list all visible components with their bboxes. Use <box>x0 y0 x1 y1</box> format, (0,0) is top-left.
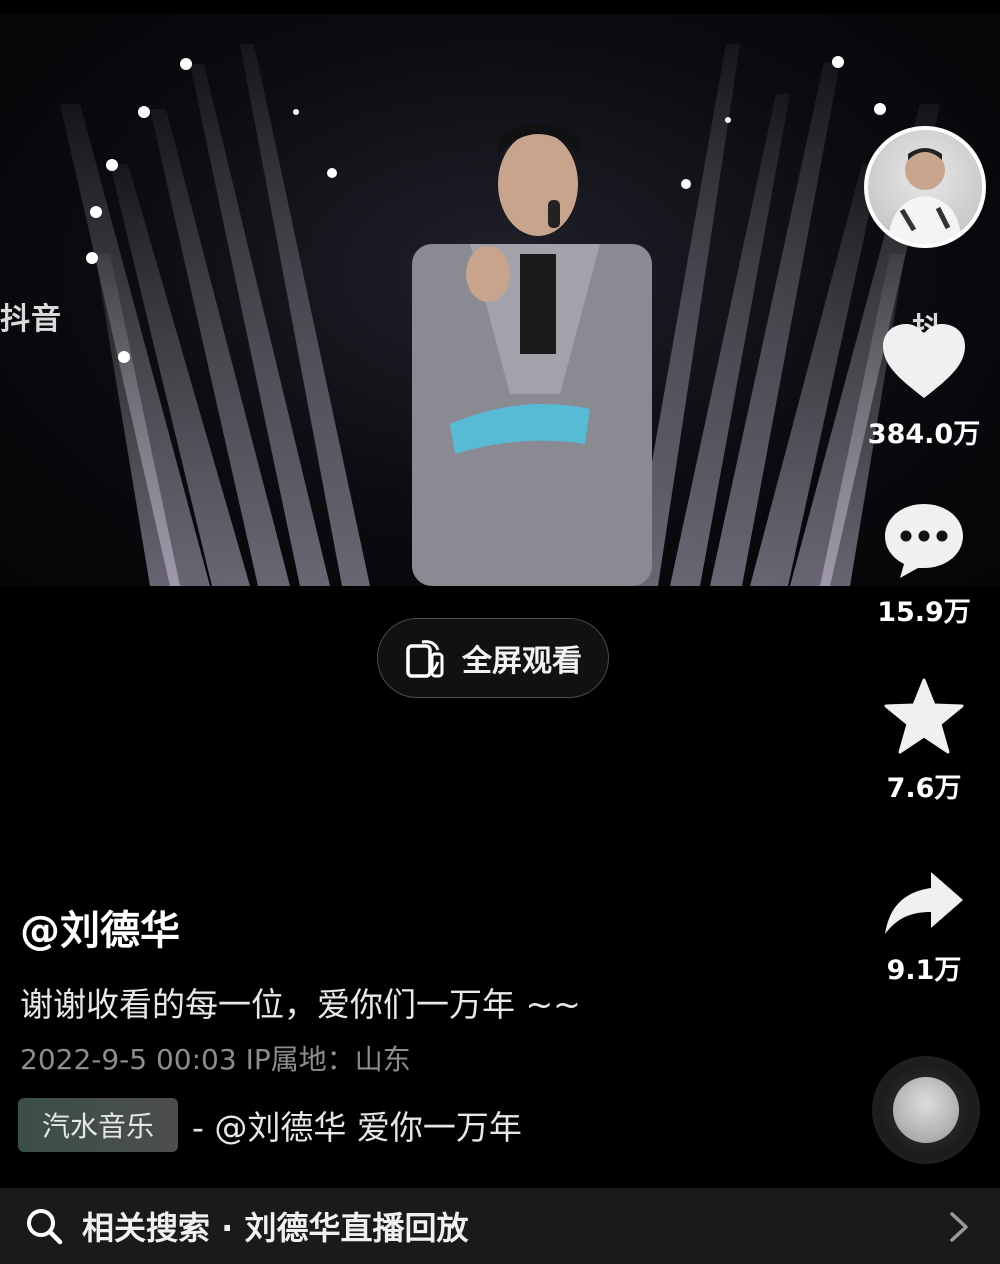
post-meta: 2022-9-5 00:03 IP属地：山东 <box>20 1043 411 1076</box>
stage-lights <box>60 44 940 586</box>
douyin-watermark: 抖音 <box>0 302 62 337</box>
music-disc[interactable] <box>872 1056 980 1164</box>
music-badge[interactable]: 汽水音乐 <box>18 1098 179 1152</box>
search-icon <box>27 1209 63 1245</box>
share-icon <box>885 872 963 934</box>
avatar-image <box>888 148 962 244</box>
author-name[interactable]: @刘德华 <box>20 898 180 956</box>
music-cover <box>893 1077 959 1143</box>
music-title[interactable]: - @刘德华 爱你一万年 <box>192 1101 602 1149</box>
fullscreen-label: 全屏观看 <box>462 644 582 679</box>
author-avatar[interactable] <box>864 126 986 248</box>
favorite-count: 7.6万 <box>886 773 962 804</box>
like-button[interactable]: 384.0万 <box>862 322 986 451</box>
post-caption: 谢谢收看的每一位，爱你们一万年 ~~ <box>20 985 581 1024</box>
favorite-button[interactable]: 7.6万 <box>862 678 986 805</box>
related-search-text: 相关搜索 · 刘德华直播回放 <box>82 1209 469 1247</box>
singer-figure <box>412 124 652 586</box>
share-button[interactable]: 9.1万 <box>862 868 986 987</box>
related-search-bar[interactable]: 相关搜索 · 刘德华直播回放 <box>0 1188 1000 1264</box>
comment-icon <box>885 504 963 578</box>
like-count: 384.0万 <box>867 419 981 450</box>
fullscreen-button[interactable]: 全屏观看 <box>377 618 609 698</box>
chevron-right-icon <box>950 1212 968 1242</box>
comment-count: 15.9万 <box>877 597 971 628</box>
comment-button[interactable]: 15.9万 <box>862 500 986 629</box>
music-row[interactable]: 汽水音乐 - @刘德华 爱你一万年 <box>18 1098 602 1152</box>
star-icon <box>884 678 964 754</box>
share-count: 9.1万 <box>886 955 962 986</box>
video-player[interactable]: 抖音 抖 <box>0 14 1000 586</box>
phone-rotate-icon <box>406 640 444 678</box>
heart-icon <box>883 324 965 398</box>
